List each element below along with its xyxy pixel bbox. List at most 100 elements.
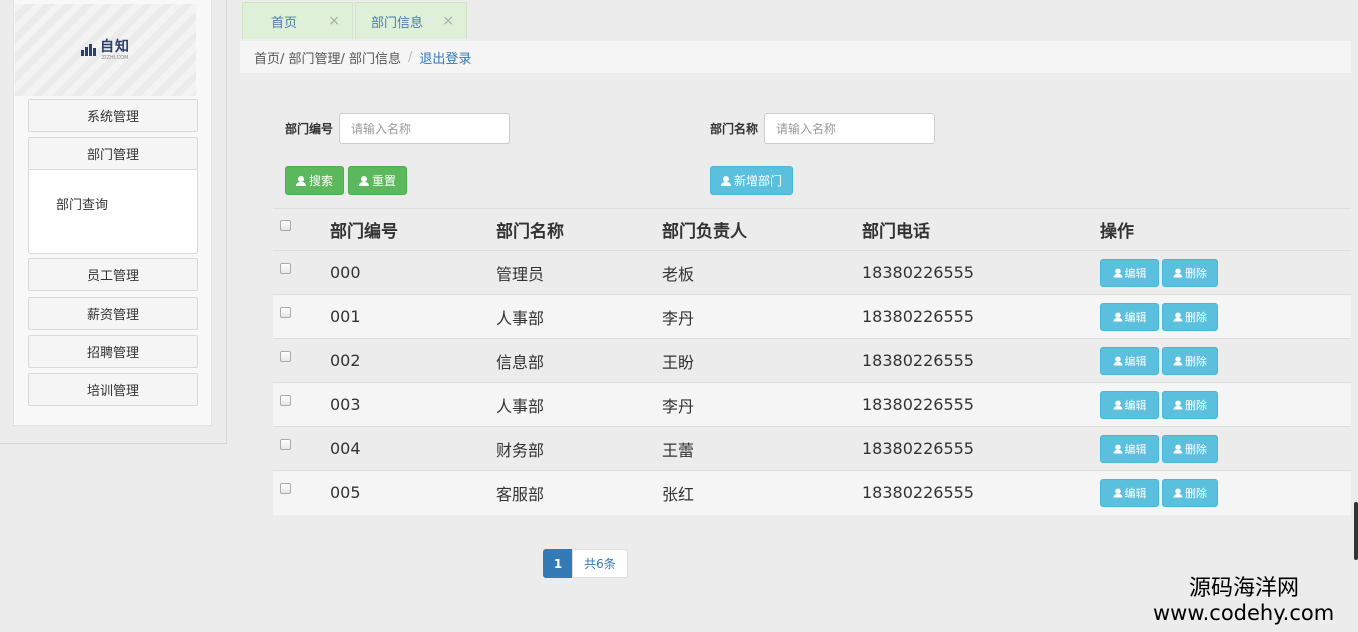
row-checkbox[interactable] [280, 263, 291, 274]
cell-dept-phone: 18380226555 [862, 439, 974, 458]
reset-button-label: 重置 [371, 174, 396, 188]
sidebar-item-salary[interactable]: 薪资管理 [28, 297, 198, 330]
delete-button[interactable]: 删除 [1162, 346, 1218, 375]
table-body: 000 管理员 老板 18380226555 编辑 删除 001 人事部 李丹 183802265… [273, 250, 1351, 515]
cell-dept-id: 004 [330, 439, 361, 458]
sidebar-item-training[interactable]: 培训管理 [28, 373, 198, 406]
user-icon [1173, 488, 1183, 498]
user-icon [295, 175, 306, 186]
delete-button[interactable]: 删除 [1162, 258, 1218, 287]
cell-actions: 编辑 删除 [1100, 427, 1351, 471]
row-checkbox[interactable] [280, 351, 291, 362]
delete-button[interactable]: 删除 [1162, 478, 1218, 507]
table-row: 002 信息部 王盼 18380226555 编辑 删除 [273, 338, 1351, 383]
delete-button[interactable]: 删除 [1162, 434, 1218, 463]
sidebar-item-recruitment[interactable]: 招聘管理 [28, 335, 198, 368]
row-checkbox[interactable] [280, 439, 291, 450]
row-checkbox-cell [273, 251, 330, 295]
watermark-url: www.codehy.com [1153, 601, 1335, 625]
edit-button[interactable]: 编辑 [1100, 258, 1159, 287]
delete-button-label: 删除 [1185, 442, 1207, 456]
user-icon [1113, 312, 1122, 321]
edit-button[interactable]: 编辑 [1100, 434, 1159, 463]
row-checkbox[interactable] [280, 307, 291, 318]
add-department-label: 新增部门 [733, 174, 782, 188]
edit-button[interactable]: 编辑 [1100, 390, 1159, 419]
edit-button-label: 编辑 [1124, 354, 1147, 368]
row-checkbox[interactable] [280, 483, 291, 495]
delete-button[interactable]: 删除 [1162, 302, 1218, 331]
header-actions: 操作 [1100, 222, 1134, 242]
delete-button-label: 删除 [1185, 266, 1207, 280]
header-dept-phone: 部门电话 [862, 222, 930, 242]
search-button-label: 搜索 [308, 174, 333, 188]
table-row: 005 客服部 张红 18380226555 编辑 删除 [273, 470, 1351, 515]
dept-id-input[interactable] [339, 113, 510, 144]
user-icon [1113, 268, 1122, 277]
cell-dept-lead: 王蕾 [662, 440, 695, 460]
add-department-button[interactable]: 新增部门 [710, 166, 793, 195]
user-icon [1113, 444, 1122, 453]
edit-button[interactable]: 编辑 [1100, 478, 1159, 507]
cell-dept-lead: 王盼 [662, 352, 695, 372]
sidebar-item-department[interactable]: 部门管理 [28, 137, 198, 170]
select-all-checkbox[interactable] [280, 220, 291, 231]
delete-button-label: 删除 [1185, 354, 1207, 368]
header-dept-id: 部门编号 [330, 222, 398, 242]
delete-button[interactable]: 删除 [1162, 390, 1218, 419]
edit-button-label: 编辑 [1124, 266, 1147, 280]
logo-text: 自知 [100, 38, 130, 55]
edit-button[interactable]: 编辑 [1100, 302, 1159, 331]
close-icon[interactable]: × [328, 13, 340, 29]
user-icon [1113, 400, 1122, 409]
page-number-button[interactable]: 1 [543, 549, 573, 578]
user-icon [1173, 312, 1183, 321]
cell-dept-id: 002 [330, 351, 361, 370]
cell-dept-id: 003 [330, 395, 361, 414]
logo: 自知 ZIZHI.COM [15, 4, 196, 96]
sidebar-item-label: 招聘管理 [86, 346, 139, 361]
table-row: 003 人事部 李丹 18380226555 编辑 删除 [273, 382, 1351, 427]
table-row: 001 人事部 李丹 18380226555 编辑 删除 [273, 294, 1351, 339]
sidebar-item-employee[interactable]: 员工管理 [28, 258, 198, 291]
reset-button[interactable]: 重置 [348, 166, 407, 195]
tab-home[interactable]: 首页 × [242, 2, 353, 39]
tab-department-info[interactable]: 部门信息 × [355, 2, 467, 39]
watermark-text: 源码海洋网 [1189, 576, 1300, 601]
submenu-item-department-query[interactable]: 部门查询 [56, 194, 108, 213]
table-row: 000 管理员 老板 18380226555 编辑 删除 [273, 250, 1351, 295]
cell-actions: 编辑 删除 [1100, 471, 1351, 515]
edit-button-label: 编辑 [1124, 398, 1147, 412]
row-checkbox-cell [273, 383, 330, 427]
user-icon [1173, 444, 1183, 453]
row-checkbox-cell [273, 427, 330, 471]
cell-dept-id: 005 [330, 483, 361, 503]
search-button[interactable]: 搜索 [285, 166, 344, 195]
row-checkbox[interactable] [280, 395, 291, 406]
user-icon [358, 175, 369, 186]
sidebar-item-system[interactable]: 系统管理 [28, 99, 198, 132]
edit-button-label: 编辑 [1124, 310, 1147, 324]
select-all-cell [273, 209, 330, 251]
logo-subtext: ZIZHI.COM [101, 54, 129, 61]
edit-button[interactable]: 编辑 [1100, 346, 1159, 375]
sidebar-item-label: 薪资管理 [86, 308, 139, 323]
sidebar-item-label: 培训管理 [86, 384, 139, 399]
cell-dept-name: 客服部 [496, 484, 545, 504]
header-dept-lead: 部门负责人 [662, 222, 747, 242]
logo-text-wrap: 自知 ZIZHI.COM [100, 38, 130, 61]
department-table: 部门编号 部门名称 部门负责人 部门电话 操作 000 管理员 老板 18380226… [273, 208, 1351, 515]
user-icon [1173, 268, 1183, 277]
scrollbar[interactable] [1354, 502, 1358, 560]
user-icon [720, 175, 731, 186]
dept-name-input[interactable] [764, 113, 935, 144]
logout-link[interactable]: 退出登录 [419, 48, 471, 67]
sidebar-item-label: 员工管理 [86, 269, 139, 284]
sidebar-item-label: 系统管理 [86, 110, 139, 125]
cell-actions: 编辑 删除 [1100, 295, 1351, 339]
delete-button-label: 删除 [1185, 398, 1207, 412]
close-icon[interactable]: × [442, 13, 454, 29]
sidebar-submenu: 部门查询 [28, 170, 198, 254]
user-icon [1113, 356, 1122, 365]
cell-dept-name: 人事部 [496, 308, 545, 328]
